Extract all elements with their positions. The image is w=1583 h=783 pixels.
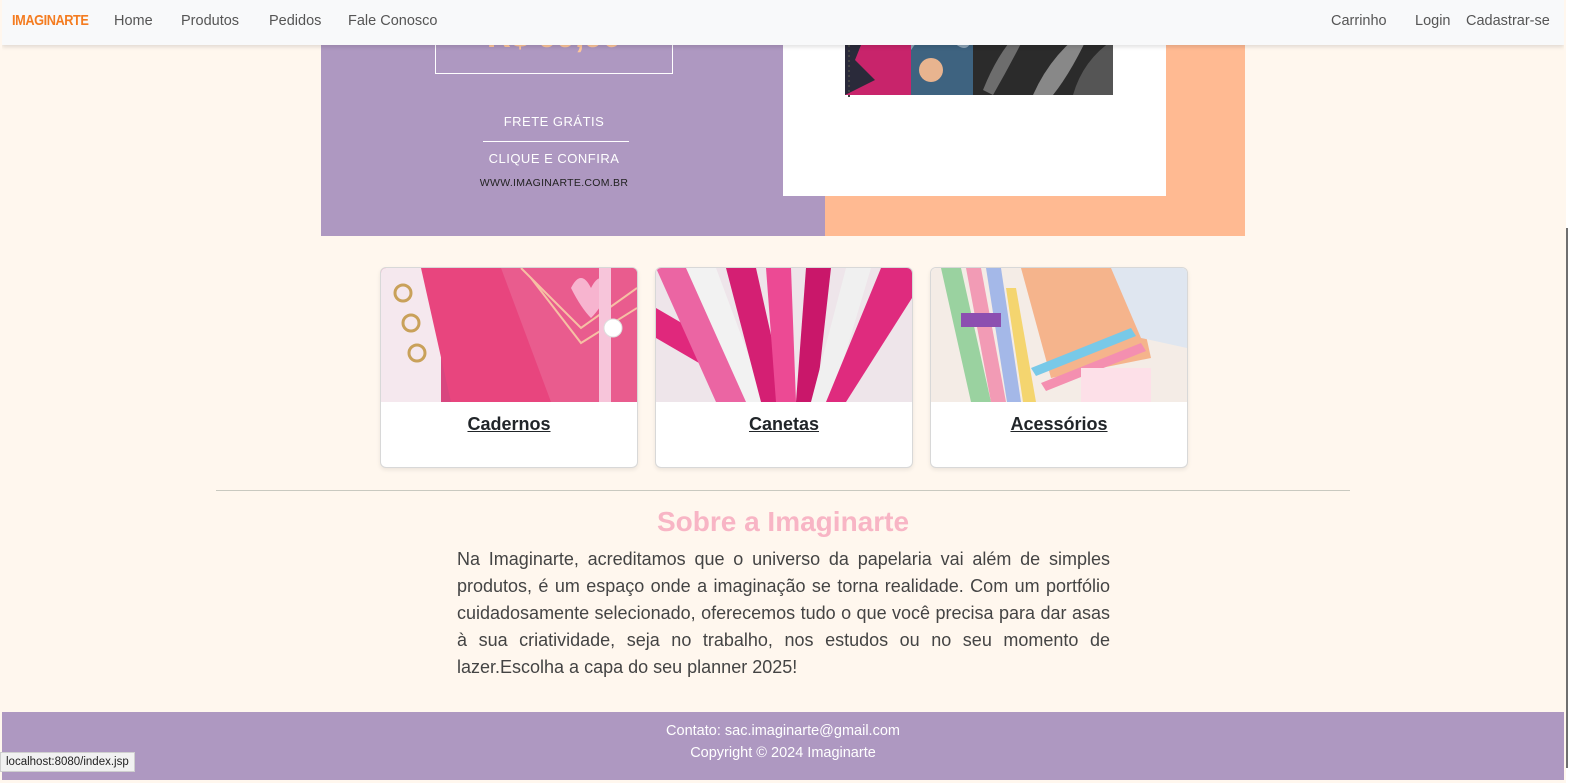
nav-pedidos[interactable]: Pedidos [269,13,321,29]
section-divider [216,490,1350,491]
category-title-canetas[interactable]: Canetas [656,414,912,435]
category-card-acessorios[interactable]: Acessórios [930,267,1188,468]
banner-divider [483,141,629,142]
footer: Contato: sac.imaginarte@gmail.com Copyri… [2,712,1564,780]
banner-url: WWW.IMAGINARTE.COM.BR [479,177,629,189]
scrollbar-track[interactable] [1566,0,1583,783]
banner-shipping: FRETE GRÁTIS [503,114,605,129]
cadernos-image [381,268,637,402]
nav-login[interactable]: Login [1415,13,1450,29]
footer-copyright: Copyright © 2024 Imaginarte [690,745,876,761]
canetas-image [656,268,912,402]
about-title: Sobre a Imaginarte [656,506,910,537]
status-url-tooltip: localhost:8080/index.jsp [0,752,135,772]
scrollbar-thumb[interactable] [1566,228,1568,768]
nav-signup[interactable]: Cadastrar-se [1466,13,1550,29]
page: IMAGINARTE Home Produtos Pedidos Fale Co… [2,0,1564,780]
category-title-cadernos[interactable]: Cadernos [381,414,637,435]
acessorios-image [931,268,1187,402]
nav-home[interactable]: Home [114,13,153,29]
category-title-acessorios[interactable]: Acessórios [931,414,1187,435]
category-card-canetas[interactable]: Canetas [655,267,913,468]
nav-produtos[interactable]: Produtos [181,13,239,29]
footer-contact: Contato: sac.imaginarte@gmail.com [666,723,900,739]
nav-cart[interactable]: Carrinho [1331,13,1387,29]
banner-cta: CLIQUE E CONFIRA [488,151,620,166]
brand-logo[interactable]: IMAGINARTE [12,12,89,29]
nav-fale-conosco[interactable]: Fale Conosco [348,13,437,29]
about-text: Na Imaginarte, acreditamos que o univers… [457,549,1110,677]
category-card-cadernos[interactable]: Cadernos [380,267,638,468]
navbar: IMAGINARTE Home Produtos Pedidos Fale Co… [2,0,1564,45]
